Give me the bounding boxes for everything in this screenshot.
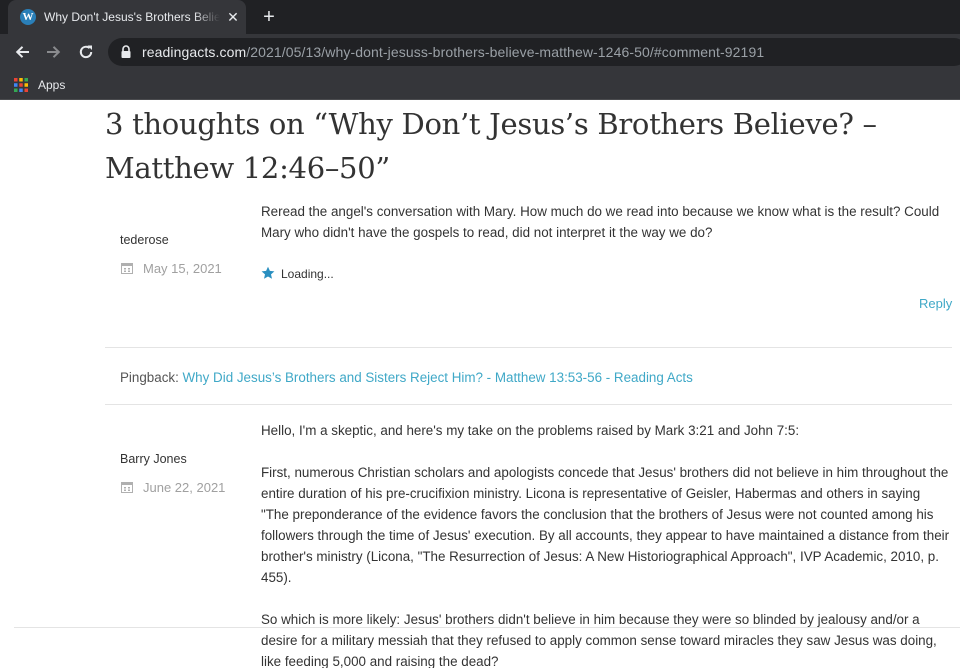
- comment-paragraph: Reread the angel's conversation with Mar…: [261, 204, 940, 240]
- url-host: readingacts.com: [142, 44, 247, 60]
- tab-strip: W Why Don't Jesus's Brothers Believe? – …: [0, 0, 960, 34]
- pingback-label: Pingback:: [120, 370, 179, 385]
- tab-title: Why Don't Jesus's Brothers Believe? – Ma…: [44, 10, 220, 24]
- comment-author[interactable]: Barry Jones: [120, 452, 187, 466]
- browser-toolbar: readingacts.com/2021/05/13/why-dont-jesu…: [0, 34, 960, 70]
- star-icon: [261, 266, 275, 279]
- lock-icon: [121, 45, 131, 58]
- comment-date[interactable]: June 22, 2021: [121, 480, 225, 495]
- comment-paragraph: First, numerous Christian scholars and a…: [261, 465, 950, 585]
- comment-paragraph: Hello, I'm a skeptic, and here's my take…: [261, 423, 800, 438]
- section-divider: [14, 627, 960, 628]
- comment-divider: [105, 404, 952, 405]
- comment-paragraph: So which is more likely: Jesus' brothers…: [261, 612, 937, 668]
- apps-grid-icon[interactable]: [14, 78, 28, 92]
- comments-title-line1: 3 thoughts on “Why Don’t Jesus’s Brother…: [105, 107, 877, 141]
- url-text: readingacts.com/2021/05/13/why-dont-jesu…: [142, 44, 764, 60]
- comment-date[interactable]: May 15, 2021: [121, 261, 222, 276]
- bookmarks-bar: Apps: [0, 70, 960, 100]
- bookmark-apps[interactable]: Apps: [38, 77, 65, 93]
- browser-tab-active[interactable]: W Why Don't Jesus's Brothers Believe? – …: [8, 0, 246, 34]
- comments-title-line2: Matthew 12:46–50”: [105, 151, 390, 185]
- pingback: Pingback: Why Did Jesus’s Brothers and S…: [120, 370, 693, 385]
- reply-link[interactable]: Reply: [919, 296, 952, 311]
- page-content: 3 thoughts on “Why Don’t Jesus’s Brother…: [0, 100, 960, 668]
- address-bar[interactable]: readingacts.com/2021/05/13/why-dont-jesu…: [108, 38, 960, 66]
- close-tab-icon[interactable]: ✕: [224, 8, 242, 26]
- comment-divider: [105, 347, 952, 348]
- comment-body: Hello, I'm a skeptic, and here's my take…: [261, 420, 951, 668]
- comment-date-text: June 22, 2021: [143, 480, 226, 495]
- pingback-link[interactable]: Why Did Jesus’s Brothers and Sisters Rej…: [183, 370, 693, 385]
- calendar-icon: [121, 263, 133, 274]
- url-path: /2021/05/13/why-dont-jesuss-brothers-bel…: [246, 44, 765, 60]
- wordpress-favicon-icon: W: [20, 9, 36, 25]
- forward-arrow-icon[interactable]: [42, 40, 66, 64]
- comment-date-text: May 15, 2021: [143, 261, 222, 276]
- like-widget[interactable]: Loading...: [261, 266, 334, 281]
- calendar-icon: [121, 482, 133, 493]
- comment-author[interactable]: tederose: [120, 233, 169, 247]
- reload-icon[interactable]: [74, 40, 98, 64]
- comment-body: Reread the angel's conversation with Mar…: [261, 201, 951, 243]
- comments-title: 3 thoughts on “Why Don’t Jesus’s Brother…: [105, 102, 905, 190]
- like-status: Loading...: [281, 267, 334, 281]
- back-arrow-icon[interactable]: [10, 40, 34, 64]
- new-tab-plus-icon[interactable]: +: [258, 6, 280, 28]
